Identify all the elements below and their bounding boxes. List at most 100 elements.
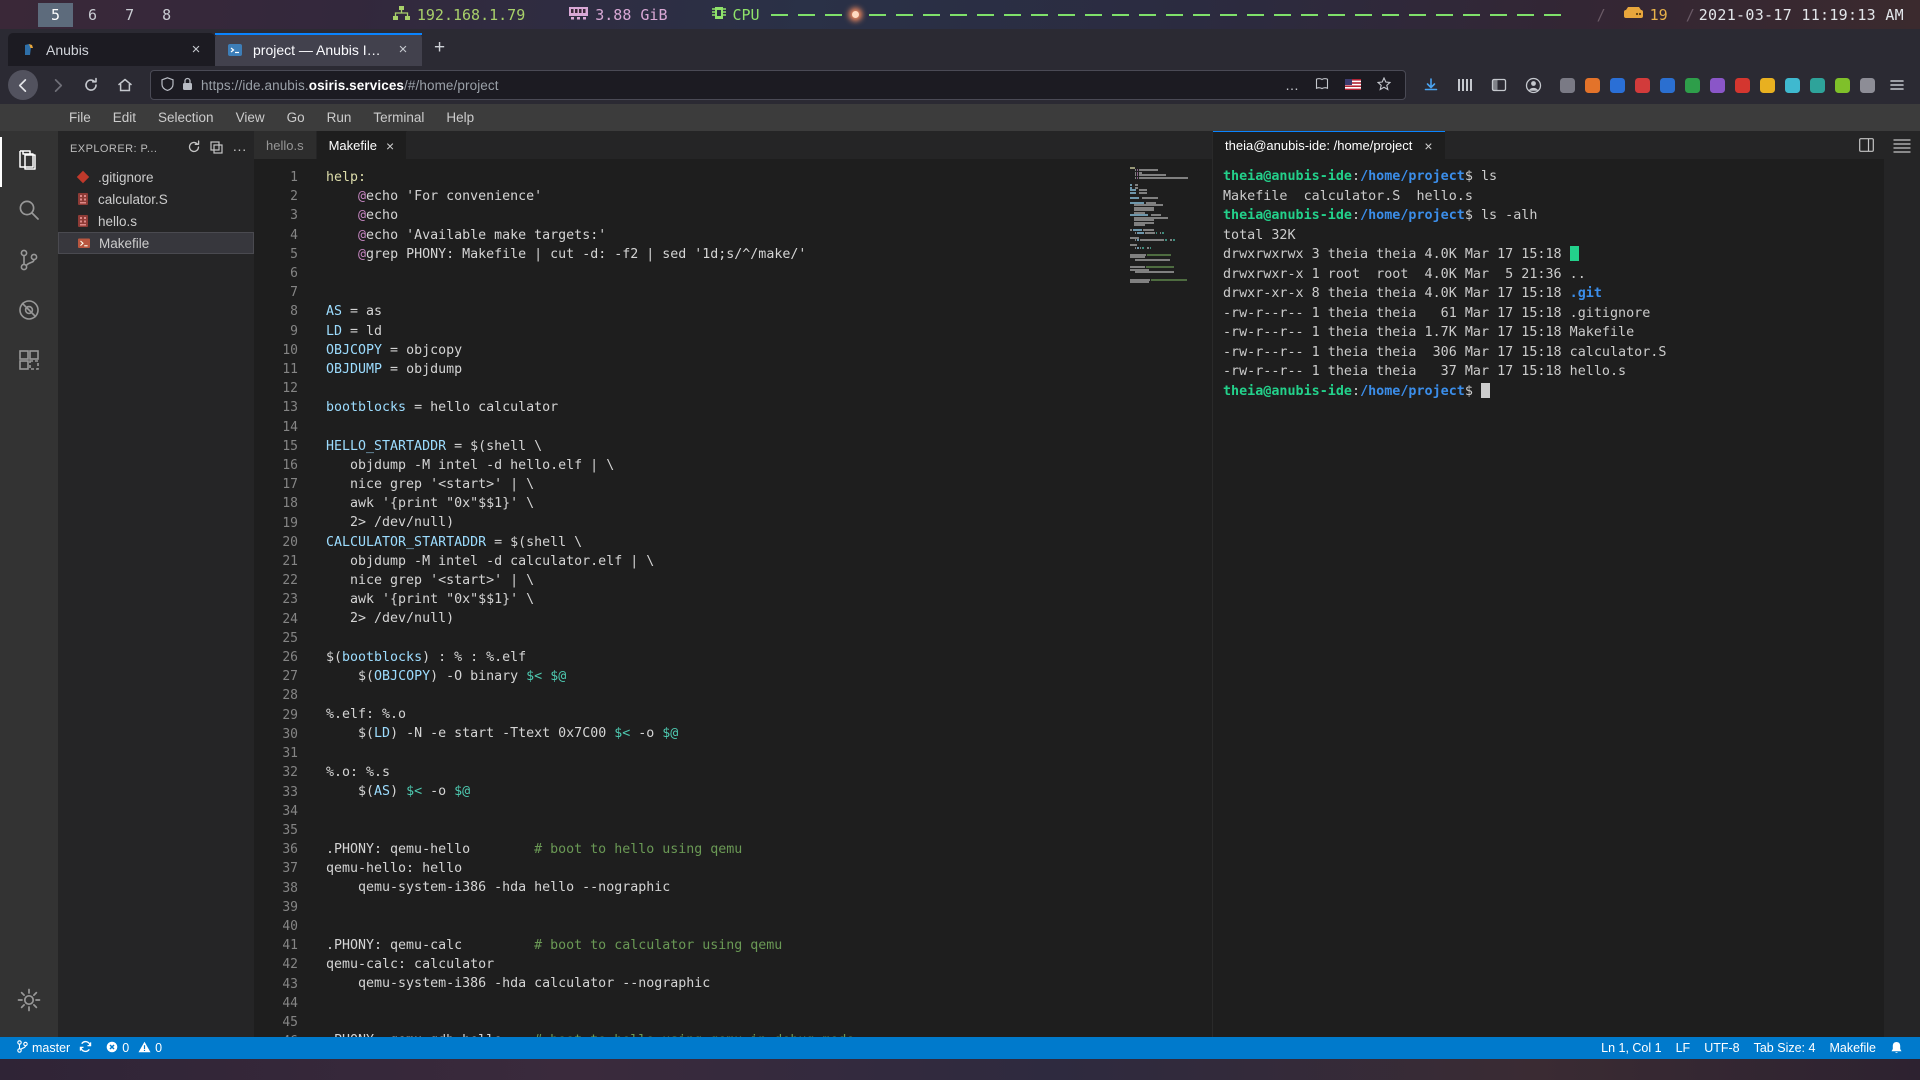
sidebar-item-source-control[interactable] [0, 237, 58, 287]
menu-selection[interactable]: Selection [147, 107, 225, 128]
menu-file[interactable]: File [58, 107, 102, 128]
activity-bar [0, 131, 58, 1037]
file-item-makefile[interactable]: Makefile [58, 232, 254, 254]
menu-edit[interactable]: Edit [102, 107, 147, 128]
menu-icon[interactable] [1882, 70, 1912, 100]
extension-icon-1[interactable] [1581, 74, 1603, 96]
flag-icon[interactable] [1341, 77, 1365, 93]
extension-icon-10[interactable] [1806, 74, 1828, 96]
workspace-7[interactable]: 7 [112, 3, 147, 27]
extension-icon-0[interactable] [1556, 74, 1578, 96]
extension-icon-8[interactable] [1756, 74, 1778, 96]
sidebar-icon[interactable] [1484, 70, 1514, 100]
explorer-header: EXPLORER: P... ··· [58, 131, 254, 166]
code-token: = hello calculator [406, 400, 559, 416]
more-icon[interactable]: ··· [231, 141, 248, 157]
line-number: 31 [282, 746, 298, 762]
terminal-cursor [1481, 382, 1490, 398]
sync-icon[interactable] [79, 1040, 92, 1056]
menu-terminal[interactable]: Terminal [362, 107, 435, 128]
extension-icon-3[interactable] [1631, 74, 1653, 96]
close-icon[interactable]: × [187, 42, 205, 57]
search-icon [16, 197, 42, 228]
browser-tab-1[interactable]: project — Anubis IDE × [215, 33, 422, 66]
extension-icon-7[interactable] [1731, 74, 1753, 96]
back-button[interactable] [8, 70, 38, 100]
status-problems[interactable]: 0 0 [99, 1041, 169, 1056]
status-encoding[interactable]: UTF-8 [1697, 1041, 1746, 1055]
shield-icon[interactable] [161, 76, 174, 94]
extension-icon-5[interactable] [1681, 74, 1703, 96]
account-icon[interactable] [1518, 70, 1548, 100]
code-token: LD [374, 726, 391, 742]
file-item--gitignore[interactable]: .gitignore [58, 166, 254, 188]
line-number-gutter: 1 2 3 4 5 6 7 8 9 10 11 12 13 14 15 16 17 18 19 20 21 22 23 24 2… [254, 159, 312, 1037]
close-icon[interactable]: × [394, 42, 412, 57]
library-icon[interactable] [1450, 70, 1480, 100]
extension-icon-2[interactable] [1606, 74, 1628, 96]
line-number: 26 [282, 650, 298, 666]
bell-icon[interactable] [1883, 1041, 1910, 1055]
code-content[interactable]: help: @echo 'For convenience' @echo @ech… [312, 159, 1212, 1037]
reload-button[interactable] [76, 70, 106, 100]
file-item-calculator-s[interactable]: calculator.S [58, 188, 254, 210]
code-line: HELLO_STARTADDR = $(shell \ [326, 437, 1212, 456]
sidebar-item-search[interactable] [0, 187, 58, 237]
menu-go[interactable]: Go [276, 107, 316, 128]
editor-tab-makefile[interactable]: Makefile × [316, 131, 408, 159]
home-button[interactable] [110, 70, 140, 100]
code-token: = $(shell \ [486, 534, 583, 550]
status-eol[interactable]: LF [1669, 1041, 1698, 1055]
url-text[interactable]: https://ide.anubis.osiris.services/#/hom… [201, 78, 1273, 93]
workspace-5[interactable]: 5 [38, 2, 74, 27]
status-language[interactable]: Makefile [1822, 1041, 1883, 1055]
line-number: 30 [282, 726, 298, 742]
terminal-output[interactable]: theia@anubis-ide:/home/project$ ls Makefi… [1213, 159, 1884, 1037]
extension-icon-12[interactable] [1856, 74, 1878, 96]
refresh-icon[interactable] [185, 140, 202, 157]
outline-icon[interactable] [1893, 138, 1911, 158]
sidebar-item-explorer[interactable] [0, 137, 58, 187]
star-icon[interactable] [1373, 76, 1395, 94]
editor-tab-hello-s[interactable]: hello.s [254, 131, 317, 159]
close-icon[interactable]: × [1424, 138, 1432, 154]
code-line: OBJCOPY = objcopy [326, 341, 1212, 360]
sidebar-item-debug[interactable] [0, 287, 58, 337]
download-icon[interactable] [1416, 70, 1446, 100]
make-file-icon [77, 236, 91, 250]
code-token: ) [390, 784, 407, 799]
close-icon[interactable]: × [386, 138, 394, 154]
terminal-tab[interactable]: theia@anubis-ide: /home/project × [1213, 131, 1445, 159]
terminal-panel: theia@anubis-ide: /home/project × theia@… [1212, 131, 1884, 1037]
workspace-8[interactable]: 8 [149, 3, 184, 27]
extension-icon-4[interactable] [1656, 74, 1678, 96]
status-cursor-position[interactable]: Ln 1, Col 1 [1594, 1041, 1668, 1055]
status-tabsize[interactable]: Tab Size: 4 [1747, 1041, 1823, 1055]
split-editor-icon[interactable] [1848, 131, 1884, 159]
minimap[interactable] [1130, 167, 1204, 285]
forward-button[interactable] [42, 70, 72, 100]
sidebar-item-settings[interactable] [0, 977, 58, 1027]
sidebar-item-extensions[interactable] [0, 337, 58, 387]
menu-view[interactable]: View [225, 107, 276, 128]
editor-area[interactable]: 1 2 3 4 5 6 7 8 9 10 11 12 13 14 15 16 17 18 19 20 21 22 23 24 2… [254, 159, 1212, 1037]
extension-icon-6[interactable] [1706, 74, 1728, 96]
code-token: CALCULATOR_STARTADDR [326, 534, 487, 550]
new-tab-button[interactable]: + [422, 37, 457, 59]
collapse-icon[interactable] [208, 140, 225, 157]
file-item-hello-s[interactable]: hello.s [58, 210, 254, 232]
editor-tab-label: Makefile [328, 138, 377, 153]
address-bar[interactable]: https://ide.anubis.osiris.services/#/hom… [150, 70, 1406, 100]
menu-help[interactable]: Help [435, 107, 485, 128]
extension-icon-9[interactable] [1781, 74, 1803, 96]
status-branch[interactable]: master [10, 1040, 99, 1056]
reader-icon[interactable] [1311, 77, 1333, 94]
extension-icon-11[interactable] [1831, 74, 1853, 96]
workspace-6[interactable]: 6 [75, 3, 110, 27]
lock-icon[interactable] [182, 77, 193, 94]
editor-tab-label: hello.s [266, 137, 304, 153]
browser-tab-0[interactable]: Anubis × [8, 33, 215, 66]
page-actions-icon[interactable]: … [1281, 77, 1303, 93]
menu-run[interactable]: Run [316, 107, 363, 128]
